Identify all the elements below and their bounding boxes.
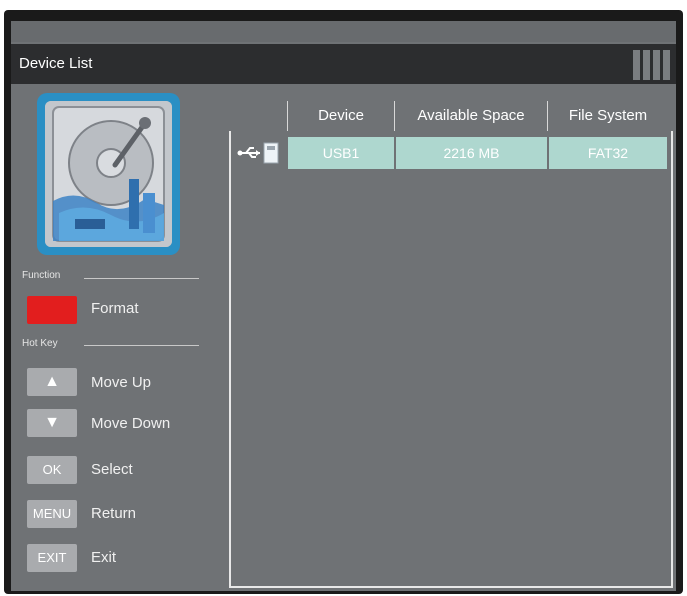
tv-frame: Device List Function Format Hot Key ▲ Mo… [4, 10, 683, 594]
hotkey-label: Hot Key [22, 338, 58, 349]
table-row[interactable]: USB1 2216 MB FAT32 [231, 137, 669, 169]
function-divider [84, 278, 199, 279]
cell-available-space: 2216 MB [396, 137, 547, 169]
column-header-available-space: Available Space [417, 107, 525, 124]
move-up-label: Move Up [91, 374, 152, 391]
select-label: Select [91, 461, 133, 478]
up-arrow-key-button[interactable]: ▲ [27, 368, 77, 396]
menu-key-button[interactable]: MENU [27, 500, 77, 528]
red-key-button[interactable] [27, 296, 77, 324]
device-thumbnail [37, 93, 180, 255]
usb-icon [236, 142, 280, 164]
down-arrow-key-button[interactable]: ▼ [27, 409, 77, 437]
osd-screen: Device List Function Format Hot Key ▲ Mo… [11, 21, 676, 591]
title-bar: Device List [11, 44, 676, 84]
exit-key-button[interactable]: EXIT [27, 544, 77, 572]
column-header-file-system: File System [568, 107, 648, 124]
exit-label: Exit [91, 549, 117, 566]
hotkey-divider [84, 345, 199, 346]
page-title: Device List [19, 55, 93, 72]
hard-drive-icon [45, 101, 172, 247]
cell-device: USB1 [288, 137, 394, 169]
format-label: Format [91, 300, 139, 317]
top-strip [11, 21, 676, 42]
move-down-label: Move Down [91, 415, 171, 432]
column-header-device: Device [318, 107, 364, 124]
device-list-panel[interactable] [229, 131, 673, 588]
function-label: Function [22, 270, 61, 281]
signal-bars-icon [633, 50, 670, 80]
ok-key-button[interactable]: OK [27, 456, 77, 484]
cell-file-system: FAT32 [549, 137, 667, 169]
return-label: Return [91, 505, 137, 522]
